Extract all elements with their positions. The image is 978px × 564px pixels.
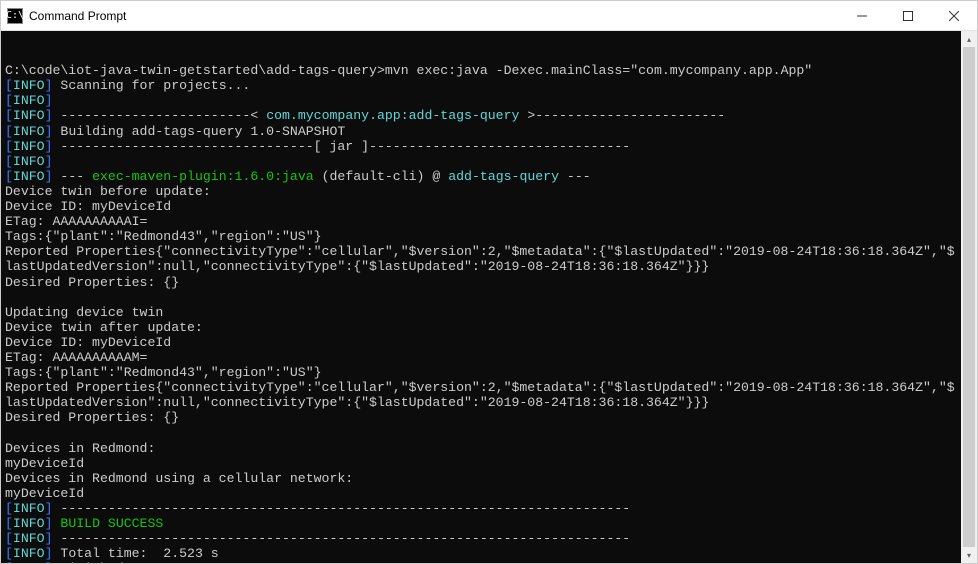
scroll-track[interactable] (961, 47, 977, 547)
maximize-icon (903, 11, 913, 21)
bracket: [ (5, 169, 13, 184)
terminal-area: C:\code\iot-java-twin-getstarted\add-tag… (1, 31, 977, 563)
info-tag: INFO (13, 561, 45, 563)
output-line: Device twin before update: (5, 184, 211, 199)
output-line: ETag: AAAAAAAAAAI= (5, 214, 147, 229)
info-tag: INFO (13, 124, 45, 139)
output-line: Device ID: myDeviceId (5, 199, 171, 214)
cmd-icon: C:\ (7, 8, 23, 24)
output-line: Desired Properties: {} (5, 275, 179, 290)
bracket: ] (45, 516, 53, 531)
bracket: [ (5, 108, 13, 123)
output-line: myDeviceId (5, 456, 84, 471)
minimize-button[interactable] (839, 1, 885, 30)
output-line: Devices in Redmond using a cellular netw… (5, 471, 353, 486)
bracket: ] (45, 561, 53, 563)
output-line: Tags:{"plant":"Redmond43","region":"US"} (5, 229, 322, 244)
log-text: (default-cli) @ (314, 169, 449, 184)
bracket: ] (45, 108, 53, 123)
info-tag: INFO (13, 154, 45, 169)
output-line: Updating device twin (5, 305, 163, 320)
log-text: Building add-tags-query 1.0-SNAPSHOT (53, 124, 346, 139)
info-tag: INFO (13, 78, 45, 93)
maximize-button[interactable] (885, 1, 931, 30)
bracket: ] (45, 501, 53, 516)
bracket: [ (5, 516, 13, 531)
output-line: lastUpdatedVersion":null,"connectivityTy… (5, 395, 709, 410)
info-tag: INFO (13, 139, 45, 154)
terminal-output[interactable]: C:\code\iot-java-twin-getstarted\add-tag… (1, 31, 961, 563)
prompt-path: C:\code\iot-java-twin-getstarted\add-tag… (5, 63, 385, 78)
log-text: --- (559, 169, 591, 184)
window-title: Command Prompt (29, 9, 839, 23)
bracket: ] (45, 139, 53, 154)
bracket: [ (5, 124, 13, 139)
bracket: ] (45, 78, 53, 93)
bracket: ] (45, 93, 53, 108)
output-line: Desired Properties: {} (5, 410, 179, 425)
output-line: ETag: AAAAAAAAAAM= (5, 350, 147, 365)
log-text: ----------------------------------------… (53, 531, 631, 546)
output-line: Reported Properties{"connectivityType":"… (5, 244, 955, 259)
output-line: Devices in Redmond: (5, 441, 155, 456)
log-text: Finished at: 2019-08-24T11:38:14-07:00 (53, 561, 362, 563)
output-line: Device twin after update: (5, 320, 203, 335)
output-line: myDeviceId (5, 486, 84, 501)
log-text: ------------------------< (53, 108, 267, 123)
output-line: Device ID: myDeviceId (5, 335, 171, 350)
blank-line (5, 290, 13, 305)
info-tag: INFO (13, 108, 45, 123)
close-button[interactable] (931, 1, 977, 30)
scroll-down-arrow[interactable]: ▾ (961, 547, 977, 563)
artifact-name: com.mycompany.app:add-tags-query (266, 108, 519, 123)
bracket: [ (5, 139, 13, 154)
info-tag: INFO (13, 93, 45, 108)
bracket: ] (45, 169, 53, 184)
info-tag: INFO (13, 546, 45, 561)
window-controls (839, 1, 977, 30)
close-icon (949, 11, 959, 21)
log-text: Scanning for projects... (53, 78, 251, 93)
output-line: lastUpdatedVersion":null,"connectivityTy… (5, 259, 709, 274)
vertical-scrollbar[interactable]: ▴ ▾ (961, 31, 977, 563)
info-tag: INFO (13, 169, 45, 184)
scroll-thumb[interactable] (963, 47, 975, 547)
log-text: --------------------------------[ jar ]-… (53, 139, 631, 154)
scroll-up-arrow[interactable]: ▴ (961, 31, 977, 47)
output-line: Reported Properties{"connectivityType":"… (5, 380, 955, 395)
info-tag: INFO (13, 531, 45, 546)
bracket: [ (5, 93, 13, 108)
plugin-name: exec-maven-plugin:1.6.0:java (92, 169, 314, 184)
bracket: ] (45, 546, 53, 561)
bracket: ] (45, 154, 53, 169)
log-text: --- (53, 169, 93, 184)
log-text: Total time: 2.523 s (53, 546, 219, 561)
command-text: mvn exec:java -Dexec.mainClass="com.myco… (385, 63, 812, 78)
project-name: add-tags-query (448, 169, 559, 184)
bracket: [ (5, 561, 13, 563)
blank-line (5, 425, 13, 440)
info-tag: INFO (13, 516, 45, 531)
bracket: [ (5, 546, 13, 561)
bracket: [ (5, 154, 13, 169)
bracket: ] (45, 531, 53, 546)
minimize-icon (857, 11, 867, 21)
blank-line (5, 48, 13, 63)
output-line: Tags:{"plant":"Redmond43","region":"US"} (5, 365, 322, 380)
log-text: >------------------------ (519, 108, 725, 123)
info-tag: INFO (13, 501, 45, 516)
build-success: BUILD SUCCESS (60, 516, 163, 531)
bracket: [ (5, 501, 13, 516)
log-text: ----------------------------------------… (53, 501, 631, 516)
window-titlebar: C:\ Command Prompt (1, 1, 977, 31)
bracket: [ (5, 78, 13, 93)
bracket: [ (5, 531, 13, 546)
bracket: ] (45, 124, 53, 139)
